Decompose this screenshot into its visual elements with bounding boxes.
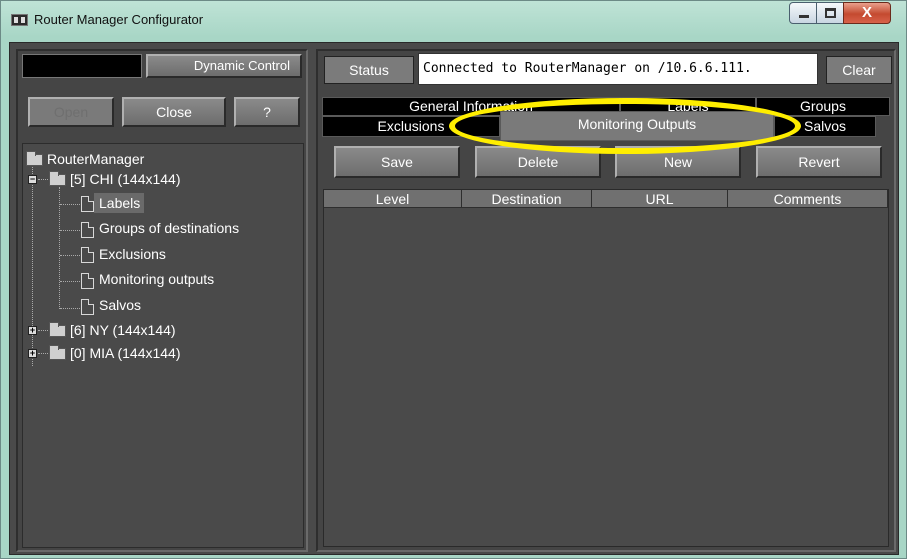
- tree-item-exclusions[interactable]: Exclusions: [99, 246, 166, 262]
- revert-button[interactable]: Revert: [756, 146, 882, 178]
- document-icon: [81, 196, 94, 212]
- maximize-icon: [825, 8, 836, 18]
- close-button[interactable]: Close: [122, 97, 226, 127]
- folder-icon: [26, 151, 43, 166]
- open-button[interactable]: Open: [28, 97, 114, 127]
- folder-icon: [49, 345, 66, 360]
- close-window-button[interactable]: X: [843, 2, 891, 24]
- router-selector-field[interactable]: [22, 54, 142, 78]
- tree-connector: [38, 353, 48, 354]
- maximize-button[interactable]: [816, 2, 844, 24]
- left-panel: Dynamic Control Open Close ? RouterManag…: [16, 49, 308, 552]
- minimize-button[interactable]: [789, 2, 817, 24]
- column-header-level[interactable]: Level: [324, 190, 462, 208]
- clear-button[interactable]: Clear: [826, 56, 892, 84]
- tree-connector: [59, 187, 60, 309]
- save-button[interactable]: Save: [334, 146, 460, 178]
- tree-connector: [60, 308, 80, 309]
- column-header-url[interactable]: URL: [592, 190, 728, 208]
- highlight-ellipse: [449, 98, 801, 154]
- document-icon: [81, 247, 94, 263]
- tree-item-monitoring-outputs[interactable]: Monitoring outputs: [99, 271, 214, 287]
- monitoring-outputs-table[interactable]: Level Destination URL Comments: [323, 189, 889, 547]
- app-window: Router Manager Configurator X Dynamic Co…: [0, 0, 907, 559]
- tree-item-salvos[interactable]: Salvos: [99, 297, 141, 313]
- help-button[interactable]: ?: [234, 97, 300, 127]
- window-title: Router Manager Configurator: [34, 12, 204, 27]
- tree-item-ny[interactable]: [6] NY (144x144): [70, 322, 176, 338]
- tree-connector: [38, 330, 48, 331]
- title-bar[interactable]: Router Manager Configurator X: [1, 1, 906, 39]
- document-icon: [81, 299, 94, 315]
- tree-connector: [38, 179, 48, 180]
- folder-icon: [49, 322, 66, 337]
- tree-item-groups-of-destinations[interactable]: Groups of destinations: [99, 220, 239, 236]
- app-icon: [11, 14, 28, 26]
- tree-connector: [60, 281, 80, 282]
- document-icon: [81, 273, 94, 289]
- tree-item-labels[interactable]: Labels: [99, 195, 140, 211]
- tree-connector: [60, 230, 80, 231]
- folder-icon: [49, 171, 66, 186]
- expand-icon[interactable]: +: [28, 326, 37, 335]
- tree-item-chi[interactable]: [5] CHI (144x144): [70, 171, 181, 187]
- document-icon: [81, 222, 94, 238]
- close-icon: X: [861, 4, 872, 21]
- tree-item-mia[interactable]: [0] MIA (144x144): [70, 345, 181, 361]
- router-tree: RouterManager − [5] CHI (144x144) Labels…: [22, 143, 304, 548]
- tree-root[interactable]: RouterManager: [47, 151, 144, 167]
- column-header-comments[interactable]: Comments: [728, 190, 888, 208]
- expand-icon[interactable]: +: [28, 349, 37, 358]
- column-header-destination[interactable]: Destination: [462, 190, 592, 208]
- status-text: Connected to RouterManager on /10.6.6.11…: [418, 53, 818, 85]
- tree-connector: [32, 167, 33, 366]
- collapse-icon[interactable]: −: [28, 175, 37, 184]
- minimize-icon: [799, 15, 809, 18]
- tree-connector: [60, 204, 80, 205]
- tree-connector: [60, 255, 80, 256]
- status-label: Status: [324, 56, 414, 84]
- dynamic-control-button[interactable]: Dynamic Control: [146, 54, 302, 78]
